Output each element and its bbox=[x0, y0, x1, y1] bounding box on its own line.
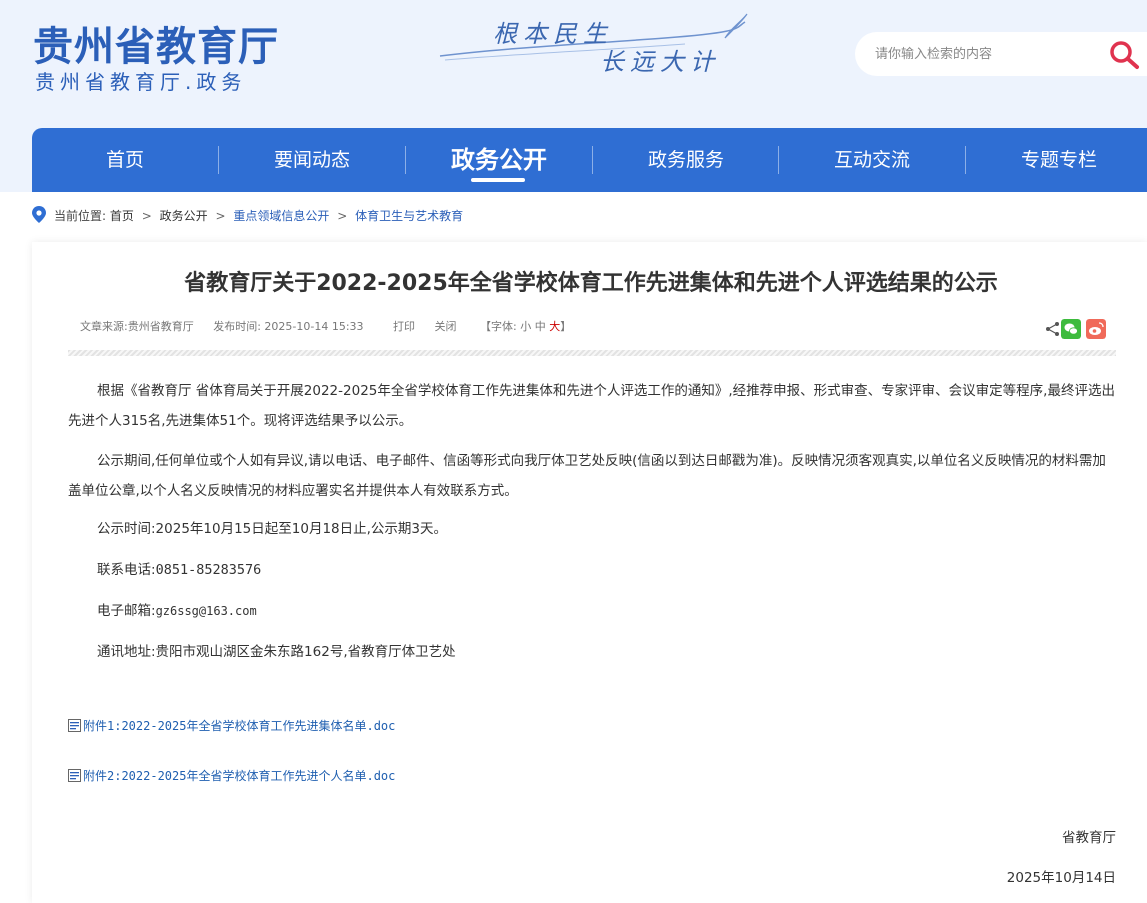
font-size-large[interactable]: 大 bbox=[549, 320, 560, 333]
nav-gov-services[interactable]: 政务服务 bbox=[593, 128, 779, 192]
font-size-small[interactable]: 小 bbox=[520, 320, 531, 333]
breadcrumb-separator: > bbox=[337, 209, 348, 223]
paragraph-phone: 联系电话:0851-85283576 bbox=[68, 555, 1116, 585]
share-icon[interactable] bbox=[1043, 319, 1063, 339]
phone-number: 0851-85283576 bbox=[155, 562, 262, 578]
wechat-share-icon[interactable] bbox=[1061, 319, 1081, 339]
search-box bbox=[855, 32, 1147, 76]
print-link[interactable]: 打印 bbox=[393, 320, 415, 333]
email-address: gz6ssg@163.com bbox=[155, 604, 257, 618]
breadcrumb-separator: > bbox=[141, 209, 152, 223]
site-logo-subtitle: 贵州省教育厅.政务 bbox=[35, 70, 247, 94]
paragraph-1: 根据《省教育厅 省体育局关于开展2022-2025年全省学校体育工作先进集体和先… bbox=[68, 383, 1115, 429]
paragraph-email: 电子邮箱:gz6ssg@163.com bbox=[68, 596, 1116, 626]
site-logo-title[interactable]: 贵州省教育厅 bbox=[33, 14, 279, 72]
breadcrumb-separator: > bbox=[215, 209, 226, 223]
breadcrumb-home[interactable]: 首页 bbox=[110, 209, 134, 223]
email-label: 电子邮箱: bbox=[97, 603, 156, 619]
attachment-1[interactable]: 附件1:2022-2025年全省学校体育工作先进集体名单.doc bbox=[68, 717, 395, 734]
breadcrumb-key-areas[interactable]: 重点领域信息公开 bbox=[233, 209, 329, 223]
article-meta: 文章来源:贵州省教育厅 发布时间: 2025-10-14 15:33 打印 关闭… bbox=[80, 318, 587, 334]
title-divider bbox=[68, 350, 1116, 356]
font-size-label: 【字体: bbox=[480, 320, 517, 333]
article-source: 文章来源:贵州省教育厅 bbox=[80, 320, 194, 333]
doc-file-icon bbox=[68, 769, 81, 782]
close-link[interactable]: 关闭 bbox=[435, 320, 457, 333]
phone-label: 联系电话: bbox=[97, 562, 156, 578]
signature-org: 省教育厅 bbox=[1062, 830, 1116, 846]
nav-home[interactable]: 首页 bbox=[32, 128, 218, 192]
nav-news[interactable]: 要闻动态 bbox=[219, 128, 405, 192]
signature-date: 2025年10月14日 bbox=[1006, 870, 1116, 886]
search-input[interactable] bbox=[875, 43, 1095, 65]
paragraph-address: 通讯地址:贵阳市观山湖区金朱东路162号,省教育厅体卫艺处 bbox=[97, 644, 456, 660]
font-size-medium[interactable]: 中 bbox=[535, 320, 546, 333]
breadcrumb-prefix: 当前位置: bbox=[54, 209, 107, 223]
slogan-banner: 根本民生 长远大计 bbox=[435, 8, 755, 78]
nav-gov-affairs-open[interactable]: 政务公开 bbox=[406, 128, 592, 192]
font-size-end: 】 bbox=[560, 320, 572, 333]
paragraph-2: 公示期间,任何单位或个人如有异议,请以电话、电子邮件、信函等形式向我厅体卫艺处反… bbox=[68, 453, 1106, 499]
attachment-2[interactable]: 附件2:2022-2025年全省学校体育工作先进个人名单.doc bbox=[68, 767, 395, 784]
attachment-1-label[interactable]: 附件1:2022-2025年全省学校体育工作先进集体名单.doc bbox=[83, 719, 395, 733]
breadcrumb-gov-affairs-open[interactable]: 政务公开 bbox=[160, 209, 208, 223]
search-icon[interactable] bbox=[1107, 38, 1141, 70]
nav-special-topics[interactable]: 专题专栏 bbox=[966, 128, 1147, 192]
nav-interaction[interactable]: 互动交流 bbox=[779, 128, 965, 192]
breadcrumb-sports-health-arts[interactable]: 体育卫生与艺术教育 bbox=[355, 209, 463, 223]
article-title: 省教育厅关于2022-2025年全省学校体育工作先进集体和先进个人评选结果的公示 bbox=[184, 271, 998, 296]
paragraph-announce-period: 公示时间:2025年10月15日起至10月18日止,公示期3天。 bbox=[97, 521, 447, 537]
doc-file-icon bbox=[68, 719, 81, 732]
main-nav: 首页 要闻动态 政务公开 政务服务 互动交流 专题专栏 bbox=[32, 128, 1147, 192]
font-size-selector: 【字体: 小 中 大】 bbox=[480, 320, 571, 333]
slogan-line-2: 长远大计 bbox=[600, 48, 720, 76]
article-publish-time: 发布时间: 2025-10-14 15:33 bbox=[213, 320, 364, 333]
slogan-line-1: 根本民生 bbox=[493, 20, 613, 48]
location-pin-icon bbox=[32, 206, 46, 223]
attachment-2-label[interactable]: 附件2:2022-2025年全省学校体育工作先进个人名单.doc bbox=[83, 769, 395, 783]
weibo-share-icon[interactable] bbox=[1086, 319, 1106, 339]
